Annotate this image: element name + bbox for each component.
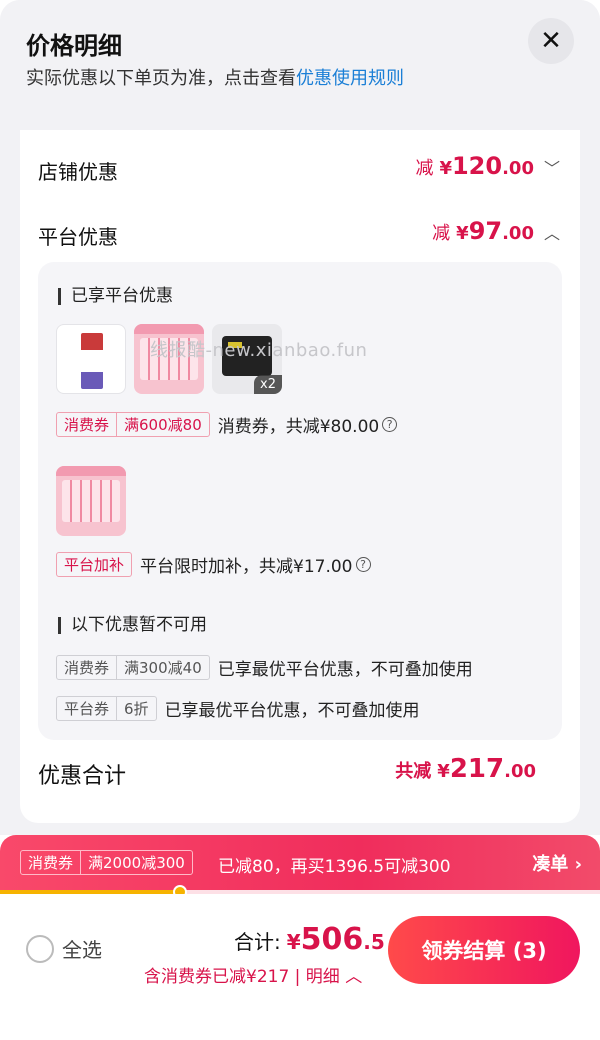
tag-type: 平台券 (64, 700, 110, 718)
tag-type: 消费券 (64, 416, 110, 434)
tag-rule: 满300减40 (116, 656, 209, 679)
sheet-title: 价格明细 (26, 32, 122, 60)
tag-rule: 满600减80 (116, 413, 209, 436)
box-band (134, 324, 204, 334)
platform-discount-panel: 已享平台优惠 x2 消费券 满600减80 消费券，共减¥80.00 ? 平台加… (38, 262, 562, 740)
currency-symbol: ¥ (456, 223, 469, 244)
tag-type: 消费券 (64, 659, 110, 677)
select-all-label: 全选 (62, 938, 102, 962)
amount-prefix: 共减 (395, 761, 432, 782)
currency-symbol: ¥ (286, 930, 301, 954)
discount-card: 店铺优惠 减 ¥ 120 .00 ﹀ 平台优惠 减 ¥ 97 .00 ︿ 已享平… (20, 130, 580, 823)
promo-message: 已减80，再买1396.5可减300 (218, 857, 451, 877)
tag-rule: 6折 (116, 697, 156, 720)
add-items-button[interactable]: 凑单 › (532, 850, 582, 876)
total-decimal: .5 (363, 930, 385, 954)
help-icon[interactable]: ? (382, 417, 398, 432)
unavailable-section-title: 以下优惠暂不可用 (58, 617, 207, 634)
chevron-down-icon: ﹀ (543, 159, 560, 178)
price-detail-sheet: 价格明细 实际优惠以下单页为准，点击查看优惠使用规则 ✕ 店铺优惠 减 ¥ 12… (0, 0, 600, 835)
discount-total-amount: 共减 ¥ 217 .00 (395, 754, 536, 784)
discount-detail-link[interactable]: 含消费券已减¥217 | 明细 ︿ (144, 962, 362, 987)
amount-decimal: .00 (502, 158, 534, 179)
amount-prefix: 减 (415, 158, 434, 179)
unavailable-text: 已享最优平台优惠，不可叠加使用 (217, 660, 473, 680)
currency-symbol: ¥ (437, 761, 450, 782)
amount-prefix: 减 (432, 223, 451, 244)
order-total: 合计: ¥ 506 .5 (234, 922, 385, 957)
sheet-header: 价格明细 实际优惠以下单页为准，点击查看优惠使用规则 ✕ (0, 0, 600, 130)
radio-icon (26, 934, 54, 963)
subtitle-text: 实际优惠以下单页为准，点击查看 (26, 68, 296, 89)
close-icon: ✕ (540, 26, 562, 56)
quantity-badge: x2 (254, 375, 282, 394)
coupon-text: 消费券，共减¥80.00 (217, 417, 380, 437)
product-thumb-milk[interactable] (56, 324, 126, 394)
coupon-tag: 消费券 满600减80 (56, 412, 210, 437)
promo-coupon-tag: 消费券 满2000减300 (20, 850, 193, 875)
coupon-line: 消费券 满600减80 消费券，共减¥80.00 ? (56, 412, 398, 437)
box-band (56, 466, 126, 476)
checkout-footer: 全选 合计: ¥ 506 .5 含消费券已减¥217 | 明细 ︿ 领券结算 (… (0, 894, 600, 1040)
box-image (62, 480, 120, 522)
unavailable-tag: 消费券 满300减40 (56, 655, 210, 680)
unavailable-text: 已享最优平台优惠，不可叠加使用 (164, 701, 420, 721)
currency-symbol: ¥ (439, 158, 452, 179)
total-integer: 506 (300, 922, 364, 957)
sheet-subtitle: 实际优惠以下单页为准，点击查看优惠使用规则 (26, 64, 404, 90)
subsidy-product-thumbs (56, 466, 126, 536)
unavailable-tag: 平台券 6折 (56, 696, 157, 721)
store-discount-amount: 减 ¥ 120 .00 ﹀ (415, 152, 560, 180)
amount-integer: 120 (451, 152, 503, 180)
tag-type: 消费券 (28, 854, 74, 872)
tag-type: 平台加补 (64, 556, 125, 574)
total-label: 合计: (234, 930, 281, 954)
subsidy-tag: 平台加补 (56, 552, 133, 577)
chevron-up-icon: ︿ (543, 224, 560, 243)
amount-decimal: .00 (504, 761, 536, 782)
platform-discount-label: 平台优惠 (38, 225, 118, 249)
amount-decimal: .00 (502, 223, 534, 244)
milk-carton-image (81, 333, 103, 389)
checkout-button[interactable]: 领券结算 (3) (388, 916, 580, 984)
store-discount-row[interactable]: 店铺优惠 减 ¥ 120 .00 ﹀ (20, 140, 580, 200)
discount-total-row: 优惠合计 共减 ¥ 217 .00 (20, 738, 580, 808)
close-button[interactable]: ✕ (528, 18, 574, 64)
product-thumb-pink-box[interactable] (56, 466, 126, 536)
platform-discount-row[interactable]: 平台优惠 减 ¥ 97 .00 ︿ (20, 205, 580, 265)
unavailable-item: 平台券 6折 已享最优平台优惠，不可叠加使用 (56, 696, 420, 721)
watermark-text: 线报酷-new.xianbao.fun (150, 340, 368, 361)
subsidy-line: 平台加补 平台限时加补，共减¥17.00 ? (56, 552, 371, 577)
amount-integer: 217 (449, 754, 505, 784)
subsidy-text: 平台限时加补，共减¥17.00 (140, 557, 353, 577)
tag-rule: 满2000减300 (80, 851, 192, 874)
store-discount-label: 店铺优惠 (38, 160, 118, 184)
amount-integer: 97 (468, 217, 503, 245)
select-all-toggle[interactable]: 全选 (26, 934, 102, 963)
help-icon[interactable]: ? (355, 557, 371, 572)
platform-discount-amount: 减 ¥ 97 .00 ︿ (432, 217, 560, 245)
enjoyed-section-title: 已享平台优惠 (58, 288, 173, 305)
coupon-promo-bar[interactable]: 消费券 满2000减300 已减80，再买1396.5可减300 凑单 › (0, 835, 600, 893)
unavailable-item: 消费券 满300减40 已享最优平台优惠，不可叠加使用 (56, 655, 473, 680)
rules-link[interactable]: 优惠使用规则 (296, 68, 404, 89)
discount-total-label: 优惠合计 (38, 764, 127, 789)
